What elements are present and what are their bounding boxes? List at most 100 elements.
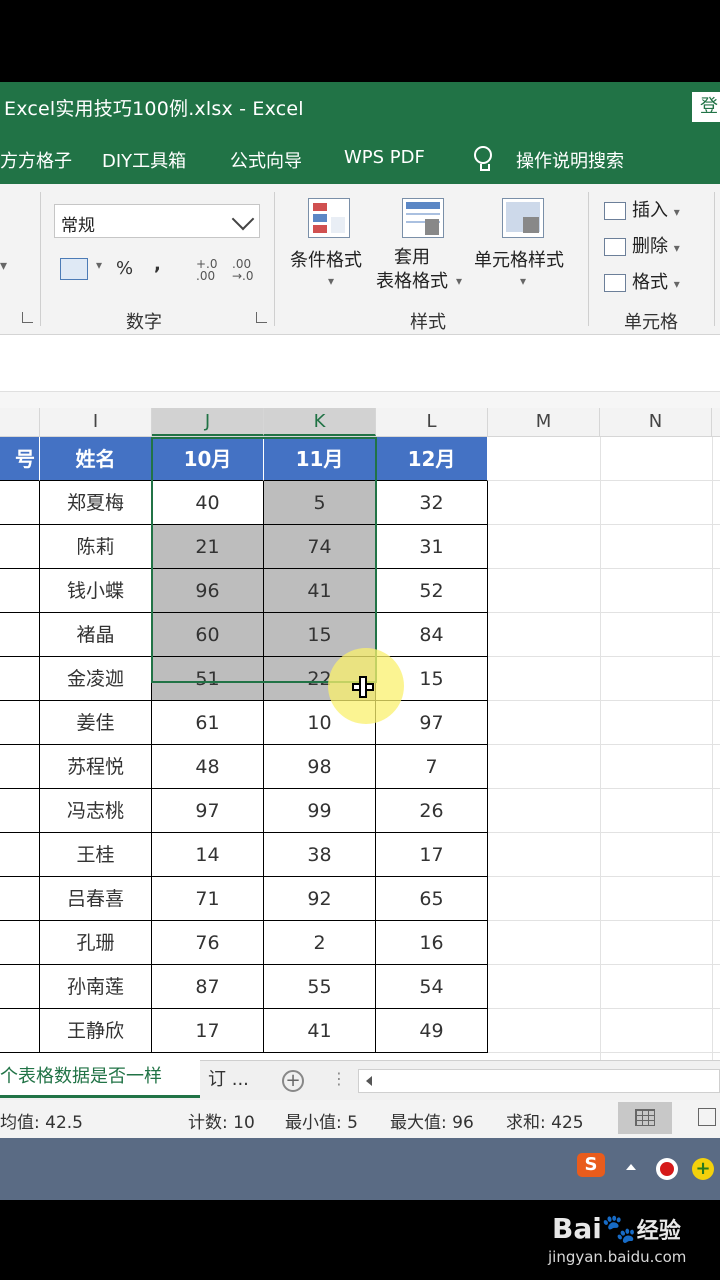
table-cell[interactable]: 65 xyxy=(376,877,488,921)
table-cell-partial[interactable] xyxy=(0,1009,40,1053)
login-button[interactable]: 登 xyxy=(692,92,720,122)
sheet-tab-active[interactable]: 个表格数据是否一样 xyxy=(0,1060,200,1098)
comma-button[interactable]: , xyxy=(154,254,161,275)
name-cell[interactable]: 王桂 xyxy=(40,833,152,877)
table-cell[interactable]: 55 xyxy=(264,965,376,1009)
dropdown-arrow-icon[interactable]: ▾ xyxy=(456,274,462,288)
horizontal-scrollbar[interactable] xyxy=(358,1069,720,1093)
currency-icon[interactable] xyxy=(60,258,88,280)
page-layout-button[interactable] xyxy=(680,1102,720,1134)
name-cell[interactable]: 苏程悦 xyxy=(40,745,152,789)
percent-button[interactable]: % xyxy=(116,258,133,279)
record-icon[interactable] xyxy=(656,1158,678,1180)
scroll-left-icon[interactable] xyxy=(366,1076,372,1086)
table-cell[interactable]: 76 xyxy=(152,921,264,965)
table-cell-partial[interactable] xyxy=(0,921,40,965)
add-icon[interactable]: + xyxy=(692,1158,714,1180)
name-cell[interactable]: 金凌迦 xyxy=(40,657,152,701)
tab-split-handle[interactable]: ⋮ xyxy=(331,1069,347,1088)
header-cell[interactable]: 11月 xyxy=(264,437,376,481)
menu-diy-toolbox[interactable]: DIY工具箱 xyxy=(102,147,186,173)
dropdown-arrow-icon[interactable]: ▾ xyxy=(520,274,526,288)
delete-button[interactable]: 删除 ▾ xyxy=(604,232,680,258)
table-cell[interactable]: 60 xyxy=(152,613,264,657)
header-cell[interactable]: 10月 xyxy=(152,437,264,481)
decrease-decimal-button[interactable]: .00 →.0 xyxy=(232,258,260,282)
table-cell[interactable]: 71 xyxy=(152,877,264,921)
increase-decimal-button[interactable]: +.0 .00 xyxy=(196,258,224,282)
formula-bar[interactable] xyxy=(0,335,720,392)
table-cell[interactable]: 26 xyxy=(376,789,488,833)
menu-formula-wizard[interactable]: 公式向导 xyxy=(230,147,302,173)
column-header-l[interactable]: L xyxy=(376,408,488,436)
format-button[interactable]: 格式 ▾ xyxy=(604,268,680,294)
header-cell-partial[interactable]: 号 xyxy=(0,437,40,481)
name-cell[interactable]: 孙南莲 xyxy=(40,965,152,1009)
table-cell[interactable]: 51 xyxy=(152,657,264,701)
menu-wps-pdf[interactable]: WPS PDF xyxy=(344,147,425,168)
table-cell-partial[interactable] xyxy=(0,965,40,1009)
format-as-table-button[interactable]: 套用 表格格式 xyxy=(376,246,448,294)
table-cell[interactable]: 38 xyxy=(264,833,376,877)
normal-view-button[interactable] xyxy=(618,1102,672,1134)
column-header-j[interactable]: J xyxy=(152,408,264,436)
table-cell[interactable]: 92 xyxy=(264,877,376,921)
column-header-k[interactable]: K xyxy=(264,408,376,436)
name-cell[interactable]: 姜佳 xyxy=(40,701,152,745)
dropdown-arrow-icon[interactable]: ▾ xyxy=(96,258,102,272)
table-cell-partial[interactable] xyxy=(0,481,40,525)
name-cell[interactable]: 吕春喜 xyxy=(40,877,152,921)
insert-button[interactable]: 插入 ▾ xyxy=(604,196,680,222)
table-cell-partial[interactable] xyxy=(0,569,40,613)
table-cell-partial[interactable] xyxy=(0,657,40,701)
table-cell-partial[interactable] xyxy=(0,877,40,921)
table-cell-partial[interactable] xyxy=(0,525,40,569)
table-cell[interactable]: 49 xyxy=(376,1009,488,1053)
table-cell[interactable]: 32 xyxy=(376,481,488,525)
column-header-h[interactable] xyxy=(0,408,40,436)
table-cell[interactable]: 14 xyxy=(152,833,264,877)
table-cell[interactable]: 7 xyxy=(376,745,488,789)
table-cell[interactable]: 84 xyxy=(376,613,488,657)
tray-expand-icon[interactable] xyxy=(626,1164,636,1170)
column-header-m[interactable]: M xyxy=(488,408,600,436)
table-cell-partial[interactable] xyxy=(0,701,40,745)
name-cell[interactable]: 孔珊 xyxy=(40,921,152,965)
table-cell[interactable]: 41 xyxy=(264,1009,376,1053)
table-cell[interactable]: 48 xyxy=(152,745,264,789)
table-cell[interactable]: 5 xyxy=(264,481,376,525)
table-cell[interactable]: 31 xyxy=(376,525,488,569)
header-cell[interactable]: 姓名 xyxy=(40,437,152,481)
name-cell[interactable]: 王静欣 xyxy=(40,1009,152,1053)
add-sheet-icon[interactable]: + xyxy=(282,1070,304,1092)
table-cell-partial[interactable] xyxy=(0,833,40,877)
conditional-format-button[interactable]: 条件格式 xyxy=(290,246,362,272)
table-cell[interactable]: 2 xyxy=(264,921,376,965)
table-cell-partial[interactable] xyxy=(0,613,40,657)
name-cell[interactable]: 郑夏梅 xyxy=(40,481,152,525)
dialog-launcher-icon[interactable] xyxy=(256,312,267,323)
menu-fangfang[interactable]: 方方格子 xyxy=(0,147,72,173)
table-cell-partial[interactable] xyxy=(0,789,40,833)
table-cell[interactable]: 16 xyxy=(376,921,488,965)
dropdown-arrow-icon[interactable]: ▾ xyxy=(328,274,334,288)
table-cell[interactable]: 97 xyxy=(152,789,264,833)
cell-styles-button[interactable]: 单元格样式 xyxy=(474,246,564,272)
table-cell[interactable]: 96 xyxy=(152,569,264,613)
column-header-i[interactable]: I xyxy=(40,408,152,436)
name-cell[interactable]: 钱小蝶 xyxy=(40,569,152,613)
table-cell[interactable]: 61 xyxy=(152,701,264,745)
table-cell[interactable]: 54 xyxy=(376,965,488,1009)
sheet-tab-next[interactable]: 订 ... xyxy=(208,1065,249,1091)
table-cell[interactable]: 17 xyxy=(152,1009,264,1053)
table-cell[interactable]: 40 xyxy=(152,481,264,525)
table-cell[interactable]: 99 xyxy=(264,789,376,833)
table-cell-partial[interactable] xyxy=(0,745,40,789)
table-cell[interactable]: 41 xyxy=(264,569,376,613)
table-cell[interactable]: 21 xyxy=(152,525,264,569)
table-cell[interactable]: 74 xyxy=(264,525,376,569)
menu-tell-me[interactable]: 操作说明搜索 xyxy=(516,147,624,173)
dialog-launcher-icon[interactable] xyxy=(22,312,33,323)
dropdown-arrow-icon[interactable]: ▾ xyxy=(0,258,7,274)
name-cell[interactable]: 冯志桃 xyxy=(40,789,152,833)
